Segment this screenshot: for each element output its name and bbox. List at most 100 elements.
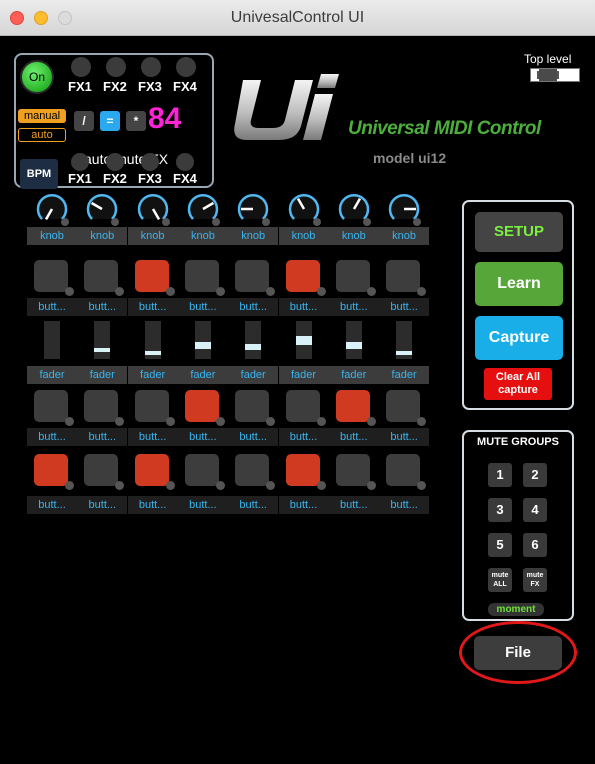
fx3-bottom-indicator[interactable] [141, 153, 159, 171]
pad-row2-5[interactable] [235, 390, 276, 426]
mute-group-3-button[interactable]: 3 [488, 498, 512, 522]
mute-group-5-button[interactable]: 5 [488, 533, 512, 557]
pad-row2-1[interactable] [34, 390, 74, 426]
capture-button[interactable]: Capture [475, 316, 563, 360]
knob-label: knob [27, 227, 77, 245]
learn-button[interactable]: Learn [475, 262, 563, 306]
manual-button[interactable]: manual [18, 109, 66, 123]
pad-row1-2[interactable] [84, 260, 125, 296]
switch-thumb[interactable] [539, 69, 557, 81]
fader-level [144, 351, 161, 355]
pad-indicator-dot [65, 481, 74, 490]
fx4-bottom-label: FX4 [173, 171, 197, 186]
on-button[interactable]: On [20, 60, 54, 94]
fx3-top-label: FX3 [138, 79, 162, 94]
fader-3[interactable] [144, 321, 161, 359]
fader-label: fader [228, 366, 279, 384]
fader-label: fader [328, 366, 379, 384]
fx2-top-indicator[interactable] [106, 57, 126, 77]
mute-fx-line2: FX [530, 581, 540, 588]
pad-row2-3[interactable] [134, 390, 175, 426]
button-label: butt... [177, 428, 228, 446]
fader-6[interactable] [295, 321, 312, 359]
fader-1[interactable] [44, 321, 60, 359]
knob-1[interactable] [35, 192, 69, 226]
pad-row3-1[interactable] [34, 454, 74, 490]
slash-button[interactable]: / [74, 111, 94, 131]
pad-row1-3[interactable] [134, 260, 175, 296]
fader-8[interactable] [396, 321, 413, 359]
mute-all-button[interactable]: mute ALL [488, 568, 512, 592]
ui-logo [234, 74, 339, 140]
pad-row2-6[interactable] [285, 390, 326, 426]
fx2-bottom-indicator[interactable] [106, 153, 124, 171]
knob-arc [87, 193, 118, 220]
fx4-bottom-indicator[interactable] [176, 153, 194, 171]
pad-indicator-dot [417, 287, 427, 296]
fader-5[interactable] [245, 321, 262, 359]
knob-3[interactable] [136, 192, 170, 226]
button-label: butt... [278, 428, 329, 446]
pad-row1-7[interactable] [335, 260, 376, 296]
fader-7[interactable] [345, 321, 362, 359]
pad-row3-4[interactable] [184, 454, 225, 490]
pad-row1-1[interactable] [34, 260, 74, 296]
button-label: butt... [127, 298, 178, 316]
moment-toggle[interactable]: moment [488, 603, 544, 616]
fx1-bottom-indicator[interactable] [71, 153, 89, 171]
pad-indicator-dot [316, 481, 326, 490]
pad-row2-7[interactable] [335, 390, 376, 426]
fx1-top-indicator[interactable] [71, 57, 91, 77]
clear-all-capture-button[interactable]: Clear All capture [484, 368, 552, 400]
fader-2[interactable] [94, 321, 111, 359]
mute-group-6-button[interactable]: 6 [523, 533, 547, 557]
pad-row3-3[interactable] [134, 454, 175, 490]
button-label: butt... [77, 298, 128, 316]
pad-indicator-dot [266, 481, 276, 490]
fader-level [295, 336, 312, 345]
fx4-top-label: FX4 [173, 79, 197, 94]
button-label: butt... [27, 428, 77, 446]
fx4-top-indicator[interactable] [176, 57, 196, 77]
fx3-top-indicator[interactable] [141, 57, 161, 77]
star-button[interactable]: * [126, 111, 146, 131]
knob-5[interactable] [236, 192, 271, 226]
mute-fx-button[interactable]: mute FX [523, 568, 547, 592]
pad-row2-2[interactable] [84, 390, 125, 426]
pad-indicator-dot [366, 417, 376, 426]
button-label: butt... [127, 496, 178, 514]
main-content: On FX1 FX2 FX3 FX4 manual auto / = * 84 … [8, 36, 587, 764]
equals-button[interactable]: = [100, 111, 120, 131]
pad-row3-8[interactable] [386, 454, 427, 490]
fader-4[interactable] [194, 321, 211, 359]
knob-6[interactable] [287, 192, 321, 226]
pad-row1-6[interactable] [285, 260, 326, 296]
knob-arc [36, 193, 68, 220]
mute-group-2-button[interactable]: 2 [523, 463, 547, 487]
knob-4[interactable] [186, 192, 220, 226]
pad-row2-4[interactable] [184, 390, 225, 426]
setup-button[interactable]: SETUP [475, 212, 563, 252]
knob-arc [187, 193, 219, 220]
pad-row1-8[interactable] [386, 260, 427, 296]
knob-8[interactable] [387, 192, 422, 226]
top-level-switch[interactable] [530, 68, 580, 82]
pad-row3-6[interactable] [285, 454, 326, 490]
pad-row1-4[interactable] [184, 260, 225, 296]
pad-row2-8[interactable] [386, 390, 427, 426]
pad-row3-5[interactable] [235, 454, 276, 490]
auto-button[interactable]: auto [18, 128, 66, 142]
pad-indicator-dot [165, 287, 175, 296]
knob-7[interactable] [337, 192, 371, 226]
fader-label: fader [177, 366, 228, 384]
mute-group-1-button[interactable]: 1 [488, 463, 512, 487]
knob-indicator-dot [111, 218, 120, 226]
knob-2[interactable] [85, 192, 120, 226]
knob-label: knob [228, 227, 279, 245]
mute-group-4-button[interactable]: 4 [523, 498, 547, 522]
pad-row3-2[interactable] [84, 454, 125, 490]
pad-indicator-dot [65, 417, 74, 426]
pad-row1-5[interactable] [235, 260, 276, 296]
pad-row3-7[interactable] [335, 454, 376, 490]
bpm-button[interactable]: BPM [20, 159, 58, 189]
